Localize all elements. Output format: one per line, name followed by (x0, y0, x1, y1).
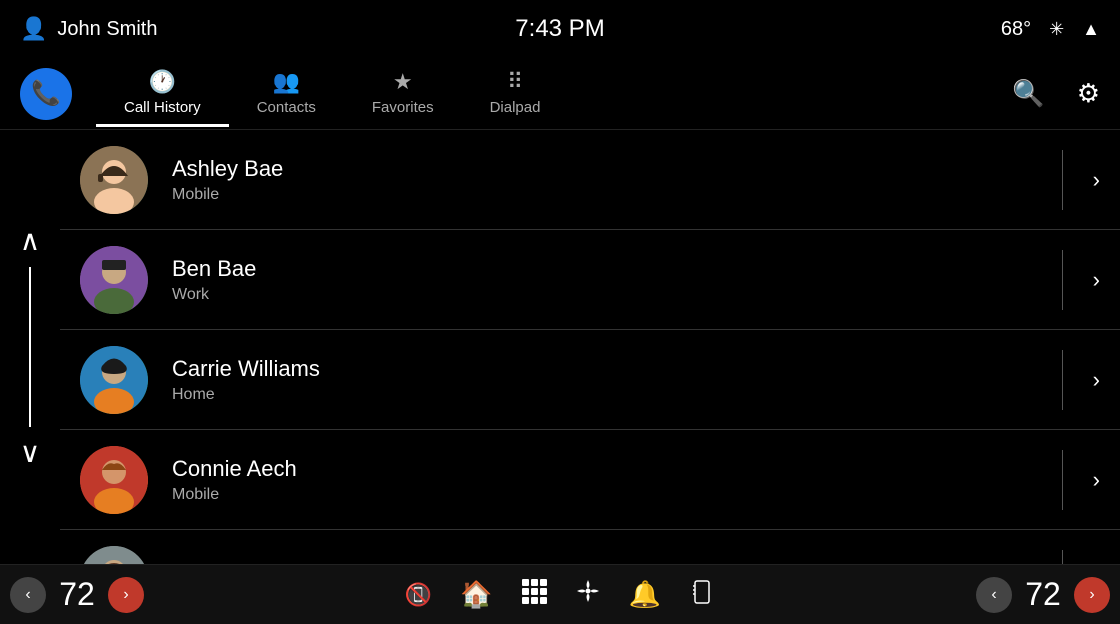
phone-icon-symbol: 📞 (31, 79, 61, 108)
contact-info: Ashley Bae Mobile (172, 156, 1042, 204)
grid-icon[interactable] (521, 578, 547, 611)
settings-icon[interactable]: ⚙ (1077, 78, 1100, 109)
right-temperature: 72 (1018, 576, 1068, 613)
contact-info: Connie Aech Mobile (172, 456, 1042, 504)
tab-favorites[interactable]: ★ Favorites (344, 61, 462, 127)
nav-tabs: 🕐 Call History 👥 Contacts ★ Favorites ⠿ … (96, 61, 1012, 127)
contact-info: Ben Bae Work (172, 256, 1042, 304)
tab-call-history[interactable]: 🕐 Call History (96, 61, 229, 127)
list-item[interactable]: Carrie Williams Home › (60, 330, 1120, 430)
favorites-icon: ★ (393, 69, 413, 95)
tab-contacts[interactable]: 👥 Contacts (229, 61, 344, 127)
chevron-right-icon[interactable]: › (1083, 267, 1100, 293)
contact-name: Carrie Williams (172, 356, 1042, 382)
tab-dialpad[interactable]: ⠿ Dialpad (462, 61, 569, 127)
contact-type: Work (172, 286, 1042, 304)
right-temp-section: ‹ 72 › (976, 576, 1110, 613)
bottom-bar: ‹ 72 › 📵 🏠 (0, 564, 1120, 624)
dialpad-icon: ⠿ (507, 69, 523, 95)
scroll-indicator (29, 267, 31, 427)
call-history-label: Call History (124, 99, 201, 116)
temperature-display: 68° (1001, 18, 1031, 41)
phone-missed-icon[interactable]: 📵 (405, 582, 432, 608)
contact-name: Ben Bae (172, 256, 1042, 282)
bottom-icons: 📵 🏠 🔔 (144, 578, 976, 611)
contact-type: Mobile (172, 186, 1042, 204)
divider (1062, 150, 1063, 210)
list-item[interactable]: Connie Aech Mobile › (60, 430, 1120, 530)
user-name: John Smith (57, 18, 157, 41)
content-area: ∧ ∨ Ashley Bae Mobile › (0, 130, 1120, 564)
avatar (80, 346, 148, 414)
avatar (80, 546, 148, 565)
chevron-right-icon: › (1089, 586, 1094, 604)
avatar (80, 146, 148, 214)
nav-actions: 🔍 ⚙ (1012, 78, 1100, 109)
list-item[interactable]: Ashley Bae Mobile › (60, 130, 1120, 230)
fan-icon[interactable] (575, 578, 601, 611)
chevron-right-icon[interactable]: › (1083, 467, 1100, 493)
avatar (80, 246, 148, 314)
list-item[interactable]: Craig Anderson › (60, 530, 1120, 564)
contacts-label: Contacts (257, 99, 316, 116)
left-temp-decrease-button[interactable]: ‹ (10, 577, 46, 613)
contact-type: Mobile (172, 486, 1042, 504)
chevron-left-icon: ‹ (991, 586, 996, 604)
chevron-right-icon[interactable]: › (1083, 367, 1100, 393)
bell-icon[interactable]: 🔔 (629, 579, 661, 610)
right-temp-increase-button[interactable]: › (1074, 577, 1110, 613)
chevron-right-icon: › (123, 586, 128, 604)
divider (1062, 250, 1063, 310)
contact-list: Ashley Bae Mobile › Ben Bae Work › (60, 130, 1120, 564)
contact-type: Home (172, 386, 1042, 404)
left-temperature: 72 (52, 576, 102, 613)
divider (1062, 550, 1063, 565)
scroll-down-button[interactable]: ∨ (20, 439, 41, 467)
top-bar: 👤 John Smith 7:43 PM 68° ✳ ▲ (0, 0, 1120, 58)
left-temp-section: ‹ 72 › (10, 576, 144, 613)
list-item[interactable]: Ben Bae Work › (60, 230, 1120, 330)
clock-display: 7:43 PM (515, 15, 604, 43)
search-icon[interactable]: 🔍 (1012, 78, 1044, 109)
chevron-left-icon: ‹ (25, 586, 30, 604)
scroll-up-button[interactable]: ∧ (20, 227, 41, 255)
divider (1062, 450, 1063, 510)
bluetooth-icon: ✳ (1049, 19, 1064, 40)
scroll-controls: ∧ ∨ (0, 130, 60, 564)
top-bar-left: 👤 John Smith (20, 16, 157, 42)
chevron-right-icon[interactable]: › (1083, 167, 1100, 193)
contact-name: Connie Aech (172, 456, 1042, 482)
signal-icon: ▲ (1082, 19, 1100, 40)
contact-name: Ashley Bae (172, 156, 1042, 182)
contacts-icon: 👥 (273, 69, 300, 95)
contact-info: Carrie Williams Home (172, 356, 1042, 404)
divider (1062, 350, 1063, 410)
right-temp-decrease-button[interactable]: ‹ (976, 577, 1012, 613)
left-temp-increase-button[interactable]: › (108, 577, 144, 613)
phone-nav-icon[interactable]: 📞 (20, 68, 72, 120)
top-bar-right: 68° ✳ ▲ (1001, 18, 1100, 41)
nav-bar: 📞 🕐 Call History 👥 Contacts ★ Favorites … (0, 58, 1120, 130)
avatar (80, 446, 148, 514)
dialpad-label: Dialpad (490, 99, 541, 116)
heat-phone-icon[interactable] (689, 579, 715, 611)
user-icon: 👤 (20, 16, 47, 42)
favorites-label: Favorites (372, 99, 434, 116)
home-icon[interactable]: 🏠 (460, 579, 492, 610)
call-history-icon: 🕐 (149, 69, 176, 95)
